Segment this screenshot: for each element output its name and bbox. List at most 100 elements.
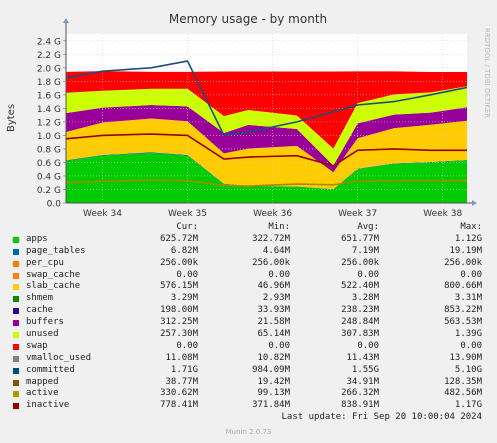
legend-label: cache xyxy=(26,305,54,316)
legend-value-cur: 576.15M xyxy=(160,281,198,292)
legend-swatch xyxy=(13,272,19,279)
legend-item-apps: apps 625.72M 322.72M 651.77M 1.12G xyxy=(0,234,497,246)
legend-rows: apps 625.72M 322.72M 651.77M 1.12G page_table… xyxy=(0,234,497,412)
legend-value-avg: 248.84M xyxy=(341,317,379,328)
legend-value-avg: 266.32M xyxy=(341,388,379,399)
legend-item-swap_cache: swap_cache 0.00 0.00 0.00 0.00 xyxy=(0,270,497,282)
legend: Cur: Min: Avg: Max: apps 625.72M 322.72M 65… xyxy=(0,222,497,412)
legend-label: slab_cache xyxy=(26,281,81,292)
legend-swatch xyxy=(13,308,19,315)
legend-value-max: 5.10G xyxy=(454,364,482,375)
legend-value-min: 371.84M xyxy=(252,400,290,411)
legend-label: inactive xyxy=(26,400,70,411)
legend-value-avg: 0.00 xyxy=(357,340,379,351)
chart-title: Memory usage - by month xyxy=(169,12,327,26)
ytick-label: 1.4 G xyxy=(37,105,61,115)
legend-label: apps xyxy=(26,233,48,244)
legend-value-cur: 256.00k xyxy=(160,257,198,268)
ytick-label: 2.4 G xyxy=(37,37,61,47)
legend-value-min: 21.58M xyxy=(257,317,290,328)
xtick-label: Week 35 xyxy=(168,209,207,219)
legend-value-max: 563.53M xyxy=(444,317,482,328)
xtick-label: Week 36 xyxy=(253,209,292,219)
legend-value-min: 4.64M xyxy=(262,245,290,256)
legend-value-avg: 34.91M xyxy=(346,376,379,387)
legend-item-active: active 330.62M 99.13M 266.32M 482.56M xyxy=(0,388,497,400)
legend-value-cur: 0.00 xyxy=(176,269,198,280)
legend-value-min: 65.14M xyxy=(257,329,290,340)
legend-value-min: 0.00 xyxy=(268,269,290,280)
legend-header: Cur: Min: Avg: Max: xyxy=(0,222,497,234)
legend-value-cur: 330.62M xyxy=(160,388,198,399)
legend-label: mapped xyxy=(26,376,59,387)
legend-value-cur: 312.25M xyxy=(160,317,198,328)
ytick-label: 2.0 G xyxy=(37,64,61,74)
legend-swatch xyxy=(13,355,19,362)
legend-value-cur: 1.71G xyxy=(170,364,198,375)
legend-value-max: 800.66M xyxy=(444,281,482,292)
legend-item-unused: unused 257.30M 65.14M 307.83M 1.39G xyxy=(0,329,497,341)
legend-label: vmalloc_used xyxy=(26,352,92,363)
legend-label: committed xyxy=(26,364,75,375)
legend-value-min: 19.42M xyxy=(257,376,290,387)
legend-swatch xyxy=(13,367,19,374)
legend-value-avg: 238.23M xyxy=(341,305,379,316)
legend-item-mapped: mapped 38.77M 19.42M 34.91M 128.35M xyxy=(0,377,497,389)
legend-value-min: 33.93M xyxy=(257,305,290,316)
legend-swatch xyxy=(13,260,19,267)
legend-item-inactive: inactive 778.41M 371.84M 838.91M 1.17G xyxy=(0,400,497,412)
legend-item-vmalloc_used: vmalloc_used 11.08M 10.82M 11.43M 13.90M xyxy=(0,353,497,365)
legend-label: unused xyxy=(26,329,59,340)
legend-value-min: 2.93M xyxy=(262,293,290,304)
legend-value-max: 1.39G xyxy=(454,329,482,340)
legend-value-cur: 0.00 xyxy=(176,340,198,351)
ytick-label: 0.0 xyxy=(47,200,62,210)
ytick-label: 1.6 G xyxy=(37,91,61,101)
legend-swatch xyxy=(13,391,19,398)
legend-value-cur: 198.00M xyxy=(160,305,198,316)
legend-value-min: 322.72M xyxy=(252,233,290,244)
legend-header-avg: Avg: xyxy=(357,222,379,232)
xtick-label: Week 34 xyxy=(83,209,122,219)
legend-value-avg: 0.00 xyxy=(357,269,379,280)
y-axis-label: Bytes xyxy=(6,104,17,132)
xtick-label: Week 38 xyxy=(423,209,462,219)
ytick-label: 2.2 G xyxy=(37,51,61,61)
legend-item-swap: swap 0.00 0.00 0.00 0.00 xyxy=(0,341,497,353)
legend-value-avg: 256.00k xyxy=(341,257,379,268)
legend-value-max: 3.31M xyxy=(454,293,482,304)
legend-value-min: 46.96M xyxy=(257,281,290,292)
legend-header-min: Min: xyxy=(268,222,290,232)
legend-item-slab_cache: slab_cache 576.15M 46.96M 522.40M 800.66M xyxy=(0,281,497,293)
legend-swatch xyxy=(13,248,19,255)
legend-swatch xyxy=(13,284,19,291)
munin-version: Munin 2.0.73 xyxy=(225,428,272,436)
legend-header-max: Max: xyxy=(460,222,482,232)
legend-item-buffers: buffers 312.25M 21.58M 248.84M 563.53M xyxy=(0,317,497,329)
ytick-label: 0.4 G xyxy=(37,172,61,182)
legend-value-avg: 11.43M xyxy=(346,352,379,363)
legend-swatch xyxy=(13,403,19,410)
legend-value-min: 10.82M xyxy=(257,352,290,363)
legend-value-max: 482.56M xyxy=(444,388,482,399)
legend-label: active xyxy=(26,388,59,399)
legend-swatch xyxy=(13,236,19,243)
last-update-text: Last update: Fri Sep 20 10:00:04 2024 xyxy=(281,412,482,422)
ytick-label: 1.0 G xyxy=(37,132,61,142)
x-axis-arrow xyxy=(472,200,477,206)
legend-label: swap xyxy=(26,340,48,351)
legend-value-max: 1.17G xyxy=(454,400,482,411)
memory-chart: Memory usage - by month Bytes RRDTOOL / TO… xyxy=(6,12,491,219)
legend-swatch xyxy=(13,320,19,327)
legend-item-shmem: shmem 3.29M 2.93M 3.28M 3.31M xyxy=(0,293,497,305)
legend-value-min: 99.13M xyxy=(257,388,290,399)
legend-value-avg: 838.91M xyxy=(341,400,379,411)
legend-swatch xyxy=(13,343,19,350)
legend-value-min: 0.00 xyxy=(268,340,290,351)
legend-value-max: 19.19M xyxy=(449,245,482,256)
legend-value-max: 853.22M xyxy=(444,305,482,316)
legend-value-cur: 3.29M xyxy=(170,293,198,304)
legend-value-max: 256.00k xyxy=(444,257,482,268)
legend-header-cur: Cur: xyxy=(176,222,198,232)
legend-value-max: 13.90M xyxy=(449,352,482,363)
